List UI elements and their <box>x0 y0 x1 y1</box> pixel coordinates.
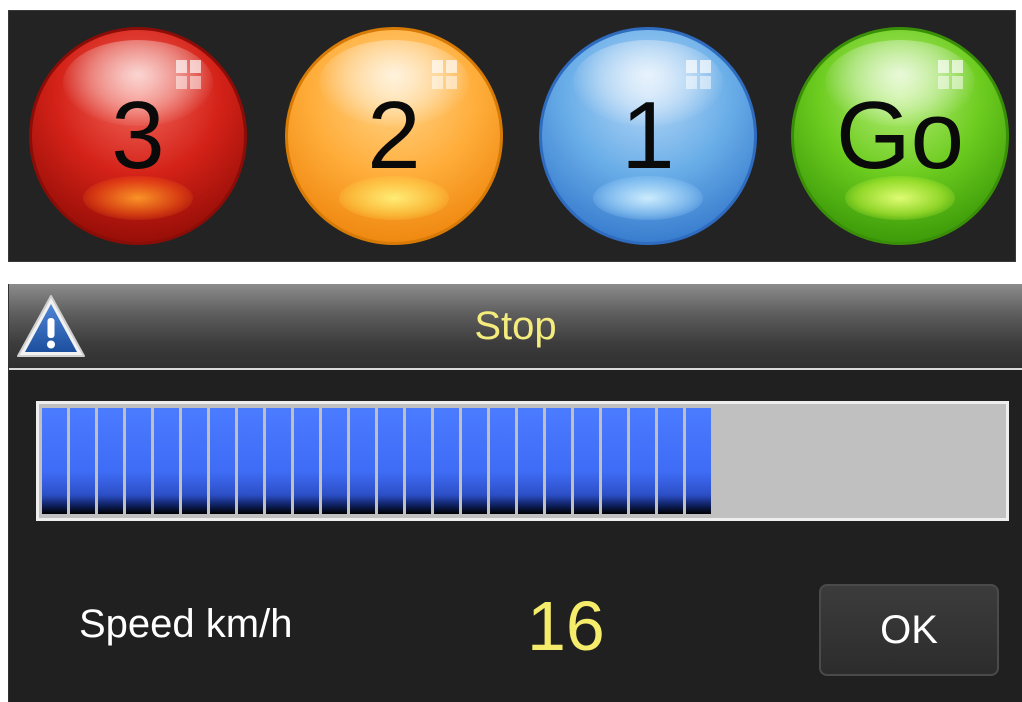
countdown-light-1[interactable]: 1 <box>539 27 757 245</box>
progress-segment <box>686 408 711 514</box>
speed-label: Speed km/h <box>79 602 293 646</box>
progress-segment <box>210 408 235 514</box>
speed-value: 16 <box>527 587 605 665</box>
progress-segment <box>294 408 319 514</box>
progress-segment <box>238 408 263 514</box>
progress-fill <box>42 408 711 514</box>
ok-button[interactable]: OK <box>819 584 999 676</box>
progress-segment <box>490 408 515 514</box>
countdown-light-3[interactable]: 3 <box>29 27 247 245</box>
progress-segment <box>602 408 627 514</box>
countdown-panel: 3 2 1 Go <box>8 10 1016 262</box>
progress-segment <box>70 408 95 514</box>
progress-segment <box>350 408 375 514</box>
progress-segment <box>322 408 347 514</box>
reflection-icon <box>432 60 457 89</box>
progress-segment <box>182 408 207 514</box>
progress-segment <box>658 408 683 514</box>
progress-segment <box>42 408 67 514</box>
progress-segment <box>630 408 655 514</box>
progress-segment <box>378 408 403 514</box>
dialog-title: Stop <box>474 304 557 348</box>
countdown-light-go[interactable]: Go <box>791 27 1009 245</box>
progress-segment <box>154 408 179 514</box>
progress-segment <box>518 408 543 514</box>
progress-segment <box>406 408 431 514</box>
countdown-label: 1 <box>621 82 675 189</box>
progress-segment <box>266 408 291 514</box>
progress-segment <box>434 408 459 514</box>
countdown-label: 2 <box>367 82 421 189</box>
reflection-icon <box>176 60 201 89</box>
progress-segment <box>546 408 571 514</box>
countdown-label: 3 <box>111 82 165 189</box>
progress-segment <box>462 408 487 514</box>
countdown-label: Go <box>835 82 965 189</box>
dialog-title-bar: Stop <box>9 284 1022 370</box>
reflection-icon <box>686 60 711 89</box>
progress-segment <box>574 408 599 514</box>
countdown-light-2[interactable]: 2 <box>285 27 503 245</box>
speed-progress-bar <box>36 401 1009 521</box>
stop-dialog: Stop Speed km/h 16 OK <box>8 284 1022 702</box>
progress-segment <box>126 408 151 514</box>
progress-segment <box>98 408 123 514</box>
